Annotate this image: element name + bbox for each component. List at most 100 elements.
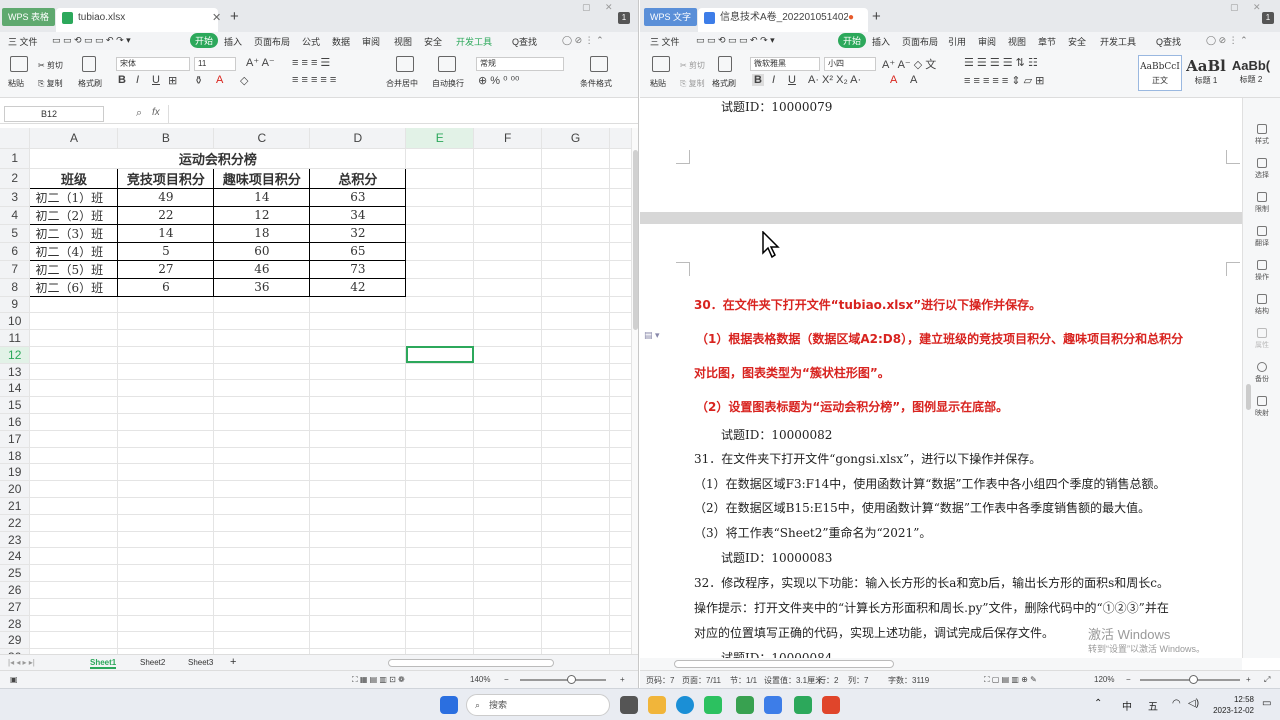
cell-class[interactable]: 初二（3）班 [29, 223, 119, 243]
sheet-tab-sheet3[interactable]: Sheet3 [188, 658, 213, 667]
row-header[interactable]: 14 [0, 379, 31, 398]
menu-search[interactable]: Q查找 [512, 35, 537, 48]
wrap-text-icon[interactable] [438, 56, 456, 72]
cut-button[interactable]: ✂ 剪切 [680, 60, 705, 71]
cell[interactable] [609, 188, 632, 207]
row-header[interactable]: 4 [0, 206, 31, 225]
row-header[interactable]: 24 [0, 547, 31, 566]
ime-mode[interactable]: 五 [1148, 698, 1158, 713]
cell[interactable] [309, 430, 407, 448]
cell[interactable] [29, 598, 119, 616]
zoom-level[interactable]: 140% [470, 675, 490, 684]
cell[interactable] [541, 396, 610, 415]
cell[interactable] [541, 463, 610, 482]
cell[interactable] [473, 242, 543, 261]
cell[interactable] [213, 430, 311, 448]
cell[interactable] [473, 598, 543, 616]
header-cell-total[interactable]: 总积分 [309, 167, 407, 189]
row-header[interactable]: 3 [0, 188, 31, 207]
menu-view[interactable]: 视图 [1008, 35, 1026, 48]
new-tab-button[interactable]: + [872, 8, 881, 25]
paste-button[interactable]: 粘贴 [650, 78, 666, 89]
menu-page-layout[interactable]: 页面布局 [902, 35, 938, 48]
zoom-in-button[interactable]: + [1246, 675, 1251, 684]
cell[interactable] [473, 564, 543, 583]
doc-hscroll-thumb[interactable] [674, 660, 894, 668]
row-header[interactable]: 10 [0, 312, 31, 331]
cell-competitive[interactable]: 27 [117, 259, 215, 279]
taskbar-clock[interactable]: 12:58 2023-12-02 [1208, 694, 1254, 716]
cell[interactable] [473, 480, 543, 499]
cell[interactable] [473, 168, 543, 189]
cell[interactable] [213, 598, 311, 616]
cell[interactable] [473, 581, 543, 599]
number-format-icons[interactable]: ⊕ % ⁰ ⁰⁰ [478, 74, 519, 87]
cell[interactable] [473, 379, 543, 398]
cell[interactable] [541, 430, 610, 448]
cell[interactable] [309, 329, 407, 347]
menu-home[interactable]: 开始 [838, 33, 867, 48]
cell[interactable] [541, 447, 610, 465]
row-header[interactable]: 2 [0, 168, 31, 189]
cell[interactable] [29, 447, 119, 465]
cell[interactable] [405, 278, 475, 297]
font-size-select[interactable]: 11 [194, 57, 236, 71]
cell[interactable] [405, 514, 475, 532]
cell[interactable] [309, 497, 407, 515]
menu-security[interactable]: 安全 [424, 35, 442, 48]
header-cell-class[interactable]: 班级 [29, 167, 119, 189]
status-page[interactable]: 页码：7 [646, 675, 674, 686]
cell[interactable] [473, 329, 543, 347]
cell[interactable] [609, 396, 632, 415]
font-color-icon[interactable]: A [216, 74, 223, 86]
cell-class[interactable]: 初二（2）班 [29, 205, 119, 225]
toolbar-right-icons[interactable]: ◯ ⊘ ⋮ ⌃ [1206, 35, 1248, 46]
char-shading-icon[interactable]: A [910, 74, 917, 86]
cell[interactable] [609, 363, 632, 381]
cell[interactable] [609, 581, 632, 599]
cell-total[interactable]: 34 [309, 205, 407, 225]
cell[interactable] [609, 447, 632, 465]
cell[interactable] [213, 346, 311, 364]
cell[interactable] [405, 463, 475, 482]
row-header[interactable]: 5 [0, 224, 31, 243]
cell[interactable] [309, 564, 407, 583]
row-header[interactable]: 23 [0, 531, 31, 549]
cell[interactable] [473, 148, 543, 169]
cell[interactable] [609, 463, 632, 482]
cell[interactable] [309, 631, 407, 650]
cell[interactable] [405, 497, 475, 515]
cell[interactable] [609, 224, 632, 243]
style-normal[interactable]: AaBbCcI 正文 [1138, 55, 1182, 91]
formula-input[interactable] [168, 105, 638, 123]
cell[interactable] [405, 447, 475, 465]
window-controls[interactable]: ▢ ✕ [582, 2, 619, 13]
cell[interactable] [609, 379, 632, 398]
cell[interactable] [405, 564, 475, 583]
cell[interactable] [473, 206, 543, 225]
spreadsheet-grid[interactable]: A B C D E F G 1 运动会积分榜 2 班级 竞技项目积分 趣味项目积… [0, 128, 632, 654]
paste-icon[interactable] [652, 56, 670, 72]
cell[interactable] [117, 598, 215, 616]
font-tools-icons[interactable]: A⁺ A⁻ ◇ 文 [882, 56, 936, 72]
cell[interactable] [609, 346, 632, 364]
taskbar-search[interactable]: ⌕ 搜索 [466, 694, 610, 716]
merge-center-button[interactable]: 合并居中 [386, 78, 418, 89]
column-header-a[interactable]: A [29, 128, 119, 149]
cell[interactable] [213, 379, 311, 398]
cell[interactable] [213, 363, 311, 381]
wrap-text-button[interactable]: 自动换行 [432, 78, 464, 89]
cell-competitive[interactable]: 22 [117, 205, 215, 225]
wps-presentation-icon[interactable] [822, 696, 840, 714]
cell[interactable] [473, 615, 543, 633]
edge-browser-icon[interactable] [676, 696, 694, 714]
cell[interactable] [117, 329, 215, 347]
side-properties[interactable]: 属性 [1243, 328, 1280, 350]
row-header[interactable]: 27 [0, 598, 31, 616]
align-horizontal-icons[interactable]: ≡ ≡ ≡ ≡ ≡ [292, 74, 336, 86]
italic-button[interactable]: I [136, 74, 139, 86]
cell[interactable] [405, 615, 475, 633]
cell[interactable] [29, 430, 119, 448]
cell[interactable] [609, 631, 632, 650]
cell[interactable] [29, 631, 119, 650]
